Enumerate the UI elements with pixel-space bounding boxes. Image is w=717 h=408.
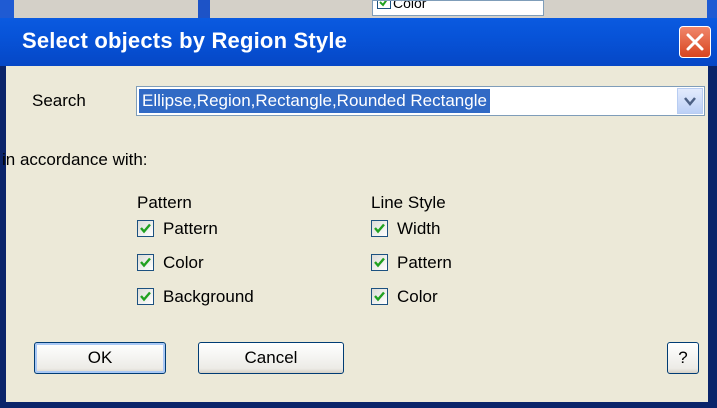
pattern-background-checkbox[interactable] (137, 288, 154, 305)
close-button[interactable] (679, 26, 711, 58)
background-cell-label: Color (393, 0, 427, 11)
ok-button[interactable]: OK (34, 342, 166, 374)
search-combobox[interactable]: Ellipse,Region,Rectangle,Rounded Rectang… (136, 86, 705, 116)
checkmark-icon (374, 291, 385, 302)
line-width-checkbox[interactable] (371, 220, 388, 237)
pattern-background-label: Background (163, 287, 254, 306)
title-bar[interactable]: Select objects by Region Style (0, 18, 717, 66)
pattern-group-heading: Pattern (137, 193, 192, 212)
background-color-cell: Color (372, 0, 544, 16)
pattern-color-checkbox[interactable] (137, 254, 154, 271)
line-style-group-heading: Line Style (371, 193, 446, 212)
line-pattern-checkbox[interactable] (371, 254, 388, 271)
checkmark-icon (374, 257, 385, 268)
accordance-label: in accordance with: (2, 150, 148, 169)
checkmark-icon (140, 257, 151, 268)
pattern-pattern-label: Pattern (163, 219, 218, 238)
background-toolbar (0, 0, 717, 20)
help-button[interactable]: ? (667, 342, 699, 374)
select-by-region-style-dialog: Select objects by Region Style Search El… (0, 18, 717, 408)
checkmark-icon (140, 223, 151, 234)
cancel-button[interactable]: Cancel (198, 342, 344, 374)
combobox-dropdown-button[interactable] (677, 88, 703, 114)
line-pattern-label: Pattern (397, 253, 452, 272)
dialog-title: Select objects by Region Style (22, 28, 348, 53)
search-label: Search (32, 91, 86, 110)
background-divider (198, 0, 210, 20)
search-combobox-value: Ellipse,Region,Rectangle,Rounded Rectang… (139, 89, 490, 113)
pattern-color-label: Color (163, 253, 204, 272)
pattern-pattern-checkbox[interactable] (137, 220, 154, 237)
checkmark-icon (374, 223, 385, 234)
checkmark-icon (140, 291, 151, 302)
background-checkbox (377, 1, 391, 9)
line-color-checkbox[interactable] (371, 288, 388, 305)
line-width-label: Width (397, 219, 441, 238)
line-color-label: Color (397, 287, 438, 306)
dialog-body: Search Ellipse,Region,Rectangle,Rounded … (2, 66, 708, 402)
